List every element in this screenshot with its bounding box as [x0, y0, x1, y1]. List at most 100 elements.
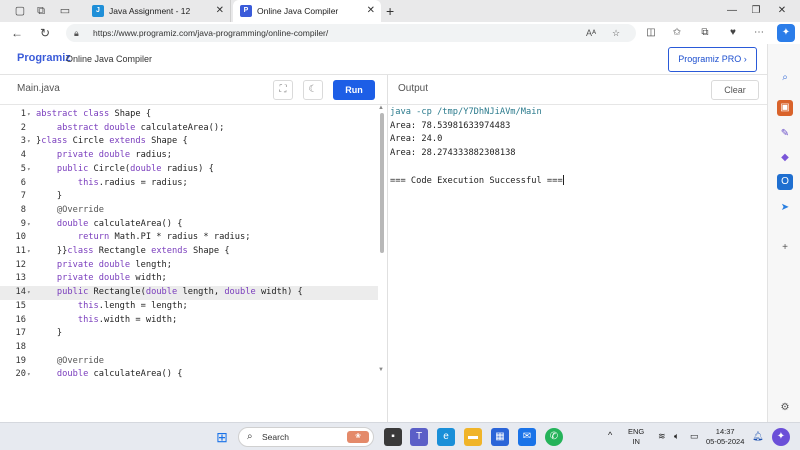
profile-icon[interactable]: ▢ [12, 3, 28, 19]
output-console[interactable]: java -cp /tmp/Y7DhNJiAVm/Main Area: 78.53… [388, 105, 767, 422]
url-input[interactable]: 🔒︎ https://www.programiz.com/java-progra… [66, 24, 636, 42]
copilot-taskbar-icon[interactable]: ✦ [772, 428, 790, 446]
file-explorer-icon[interactable]: ▬ [464, 428, 482, 446]
programiz-pro-button[interactable]: Programiz PRO › [668, 47, 757, 72]
tab-close-icon[interactable]: ✕ [367, 0, 375, 22]
back-icon[interactable]: ← [8, 24, 26, 42]
fold-toggle-icon[interactable]: ▾ [27, 135, 31, 149]
code-line[interactable]: 17 } [0, 327, 378, 341]
start-windows-icon[interactable]: ⊞ [213, 428, 231, 446]
editor-scrollbar[interactable] [380, 113, 384, 253]
whatsapp-icon[interactable]: ✆ [545, 428, 563, 446]
programiz-logo[interactable]: Programiz [17, 52, 71, 64]
taskbar: ⊞ ⌕ Search ❀ ▪ T e ▬ ▦ ✉ ✆ ^ ENG IN ≋ 🔈︎… [0, 422, 800, 450]
code-line[interactable]: 11 ▾ }}class Rectangle extends Shape { [0, 245, 378, 259]
task-view-icon[interactable]: ▪ [384, 428, 402, 446]
battery-icon[interactable]: ▭ [690, 431, 699, 442]
favorites-icon[interactable]: ✩ [668, 24, 686, 42]
tools-icon[interactable]: ✎ [777, 126, 793, 142]
workspaces-icon[interactable]: ⧉ [33, 3, 49, 19]
code-line[interactable]: 2 abstract double calculateArea(); [0, 122, 378, 136]
code-line[interactable]: 3 ▾}class Circle extends Shape { [0, 135, 378, 149]
teams-icon[interactable]: T [410, 428, 428, 446]
code-editor[interactable]: ▲ ▼ 1 ▾ abstract class Shape {2 abstract d… [0, 105, 388, 422]
output-text: Area: 78.53981633974483 [390, 120, 511, 131]
code-line[interactable]: 8 @Override [0, 204, 378, 218]
edge-icon[interactable]: e [437, 428, 455, 446]
search-sidebar-icon[interactable]: ⌕ [777, 70, 793, 86]
fullscreen-icon[interactable]: ⛶ [273, 80, 293, 100]
shopping-icon[interactable]: ▣ [777, 100, 793, 116]
code-line[interactable]: 20 ▾ double calculateArea() { [0, 368, 378, 382]
output-line: Area: 28.274333882308138 [390, 147, 516, 161]
code-text: this.radius = radius; [77, 177, 188, 188]
tab-actions-icon[interactable]: ▭ [57, 3, 73, 19]
new-tab-icon[interactable]: + [386, 1, 394, 21]
add-sidebar-icon[interactable]: + [777, 240, 793, 256]
fold-toggle-icon[interactable]: ▾ [27, 108, 31, 122]
send-icon[interactable]: ➤ [777, 200, 793, 216]
code-text: @Override [56, 355, 104, 366]
tab-java-assignment[interactable]: J Java Assignment - 12 ✕ [85, 0, 231, 22]
clear-button[interactable]: Clear [711, 80, 759, 100]
settings-icon[interactable]: ⚙ [777, 400, 793, 416]
language-indicator[interactable]: ENG IN [628, 427, 644, 447]
scroll-down-icon[interactable]: ▼ [378, 367, 384, 373]
code-line[interactable]: 9 ▾ double calculateArea() { [0, 218, 378, 232]
minimize-icon[interactable]: — [722, 0, 742, 22]
more-menu-icon[interactable]: ⋯ [750, 24, 768, 42]
edge-sidebar: ⌕ ▣ ✎ ◆ O ➤ + ⚙ [767, 44, 800, 422]
mail-icon[interactable]: ✉ [518, 428, 536, 446]
code-line[interactable]: 1 ▾ abstract class Shape { [0, 108, 378, 122]
code-line[interactable]: 16 this.width = width; [0, 314, 378, 328]
file-tab[interactable]: Main.java [17, 83, 60, 94]
dark-mode-icon[interactable]: ☾ [303, 80, 323, 100]
code-line[interactable]: 10 return Math.PI * radius * radius; [0, 231, 378, 245]
code-text: private double radius; [56, 150, 173, 161]
fold-toggle-icon[interactable]: ▾ [27, 286, 31, 300]
outlook-icon[interactable]: O [777, 174, 793, 190]
favorite-star-icon[interactable]: ☆ [612, 24, 620, 42]
tab-close-icon[interactable]: ✕ [216, 0, 224, 22]
refresh-icon[interactable]: ↻ [36, 24, 54, 42]
split-screen-icon[interactable]: ◫ [642, 24, 660, 42]
read-aloud-icon[interactable]: Aᴬ [586, 24, 596, 42]
line-number: 17 [15, 328, 26, 339]
code-line[interactable]: 5 ▾ public Circle(double radius) { [0, 163, 378, 177]
code-line[interactable]: 12 private double length; [0, 259, 378, 273]
tab-online-java-compiler[interactable]: P Online Java Compiler ✕ [233, 0, 381, 22]
taskbar-search[interactable]: ⌕ Search ❀ [238, 427, 374, 447]
collections-icon[interactable]: ⧉ [696, 24, 714, 42]
text-cursor [562, 175, 564, 185]
store-icon[interactable]: ▦ [491, 428, 509, 446]
clock[interactable]: 14:37 05-05-2024 [706, 427, 744, 447]
restore-icon[interactable]: ❐ [746, 0, 766, 22]
copilot-icon[interactable]: ✦ [777, 24, 795, 42]
tray-chevron-icon[interactable]: ^ [608, 430, 612, 440]
language-label: ENG [628, 427, 645, 436]
volume-icon[interactable]: 🔈︎ [674, 431, 679, 442]
output-text: === Code Execution Successful === [390, 175, 563, 186]
line-number: 18 [15, 341, 26, 352]
wifi-icon[interactable]: ≋ [658, 431, 666, 442]
lock-icon: 🔒︎ [74, 28, 79, 38]
code-line[interactable]: 15 this.length = length; [0, 300, 378, 314]
code-line[interactable]: 13 private double width; [0, 272, 378, 286]
notification-bell-icon[interactable]: 🔔︎ [752, 431, 763, 442]
code-line[interactable]: 4 private double radius; [0, 149, 378, 163]
fold-toggle-icon[interactable]: ▾ [27, 245, 31, 259]
run-button[interactable]: Run [333, 80, 375, 100]
code-line[interactable]: 6 this.radius = radius; [0, 177, 378, 191]
extensions-icon[interactable]: ♥ [724, 24, 742, 42]
window-close-icon[interactable]: ✕ [772, 0, 792, 22]
fold-toggle-icon[interactable]: ▾ [27, 218, 31, 232]
scroll-up-icon[interactable]: ▲ [378, 105, 384, 111]
games-icon[interactable]: ◆ [777, 150, 793, 166]
code-line[interactable]: 19 @Override [0, 355, 378, 369]
fold-toggle-icon[interactable]: ▾ [27, 368, 31, 382]
code-text: @Override [56, 204, 104, 215]
code-line[interactable]: 14 ▾ public Rectangle(double length, doub… [0, 286, 378, 300]
code-line[interactable]: 18 [0, 341, 378, 355]
code-line[interactable]: 7 } [0, 190, 378, 204]
fold-toggle-icon[interactable]: ▾ [27, 163, 31, 177]
